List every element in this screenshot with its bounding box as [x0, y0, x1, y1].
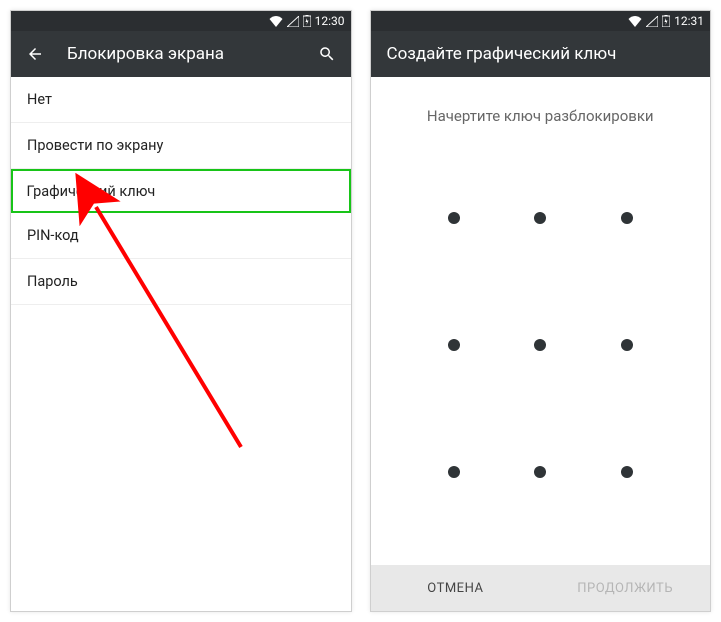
phone-left: 12:30 Блокировка экрана Нет Провести по … [10, 10, 352, 612]
option-none[interactable]: Нет [11, 77, 351, 123]
pattern-dot-2[interactable] [534, 212, 546, 224]
pattern-dot-3[interactable] [621, 212, 633, 224]
pattern-dot-1[interactable] [448, 212, 460, 224]
signal-icon [646, 16, 658, 27]
battery-icon [662, 15, 670, 27]
wifi-icon [269, 16, 283, 27]
wifi-icon [628, 16, 642, 27]
search-icon[interactable] [317, 44, 337, 64]
pattern-dot-9[interactable] [621, 466, 633, 478]
pattern-dot-8[interactable] [534, 466, 546, 478]
pattern-grid[interactable] [371, 145, 711, 565]
bottom-bar: ОТМЕНА ПРОДОЛЖИТЬ [371, 565, 711, 611]
option-pin[interactable]: PIN-код [11, 213, 351, 259]
pattern-dot-4[interactable] [448, 339, 460, 351]
signal-icon [287, 16, 299, 27]
cancel-button[interactable]: ОТМЕНА [371, 565, 541, 611]
app-bar: Блокировка экрана [11, 31, 351, 77]
phone-right: 12:31 Создайте графический ключ Начертит… [370, 10, 712, 612]
pattern-dot-6[interactable] [621, 339, 633, 351]
option-swipe[interactable]: Провести по экрану [11, 123, 351, 169]
page-title: Блокировка экрана [67, 44, 295, 64]
status-bar: 12:30 [11, 11, 351, 31]
page-title: Создайте графический ключ [387, 44, 697, 64]
clock: 12:30 [315, 14, 345, 28]
back-icon[interactable] [25, 44, 45, 64]
clock: 12:31 [674, 14, 704, 28]
status-bar: 12:31 [371, 11, 711, 31]
pattern-dot-5[interactable] [534, 339, 546, 351]
option-password[interactable]: Пароль [11, 259, 351, 305]
app-bar: Создайте графический ключ [371, 31, 711, 77]
instruction-text: Начертите ключ разблокировки [371, 77, 711, 145]
option-pattern[interactable]: Графический ключ [11, 169, 351, 213]
battery-icon [303, 15, 311, 27]
pattern-dot-7[interactable] [448, 466, 460, 478]
continue-button: ПРОДОЛЖИТЬ [540, 565, 710, 611]
lock-options-list: Нет Провести по экрану Графический ключ … [11, 77, 351, 611]
